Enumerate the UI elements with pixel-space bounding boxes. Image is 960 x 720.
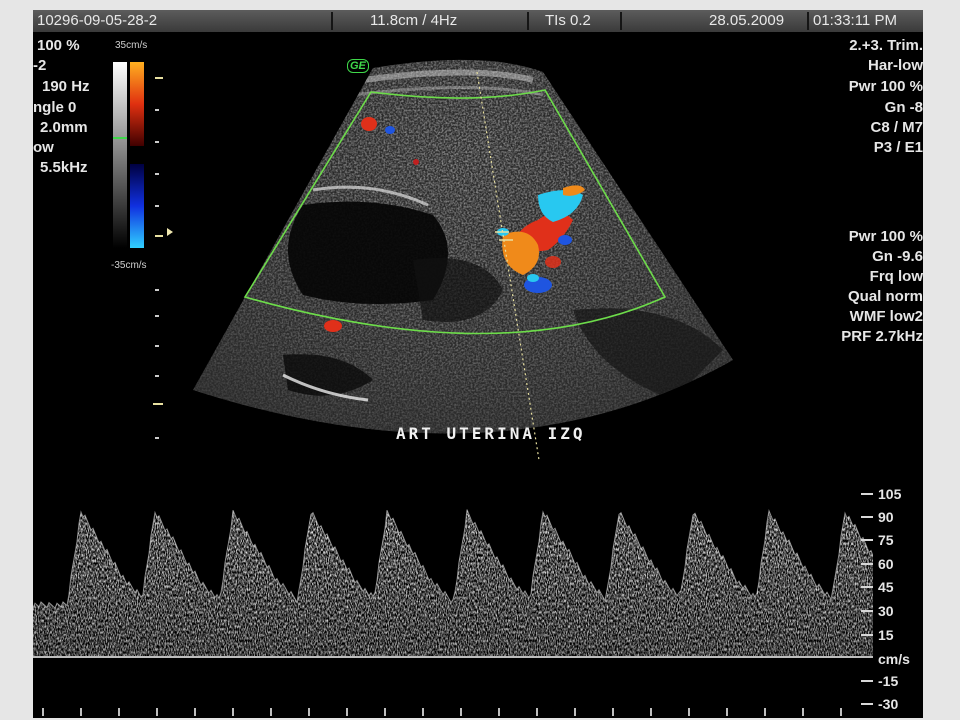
right-param-bottom-6: PRF 2.7kHz <box>841 328 923 345</box>
bmode-sector-image <box>193 59 733 461</box>
right-param-top-5: C8 / M7 <box>870 119 923 136</box>
right-param-bottom-4: Qual norm <box>847 288 923 305</box>
right-param-bottom-1: Pwr 100 % <box>848 228 923 245</box>
annotation-label: ART UTERINA IZQ <box>396 424 586 443</box>
velocity-tick-label: 15 <box>878 627 894 643</box>
ge-logo: GE <box>347 59 369 73</box>
right-param-top-6: P3 / E1 <box>873 139 923 156</box>
right-param-top-2: Har-low <box>867 57 923 74</box>
velocity-tick-label: -15 <box>878 673 899 689</box>
velocity-tick-label: 45 <box>878 579 894 595</box>
right-param-bottom-3: Frq low <box>869 268 923 285</box>
right-param-top-3: Pwr 100 % <box>848 78 923 95</box>
velocity-tick-label: 60 <box>878 556 894 572</box>
right-param-bottom-5: WMF low2 <box>849 308 923 325</box>
right-param-bottom-2: Gn -9.6 <box>872 248 923 265</box>
right-param-top-1: 2.+3. Trim. <box>849 37 923 54</box>
velocity-tick-label: 105 <box>878 486 902 502</box>
velocity-tick-label: 90 <box>878 509 894 525</box>
velocity-unit-label: cm/s <box>878 651 910 667</box>
velocity-axis <box>861 493 873 705</box>
velocity-tick-label: 75 <box>878 532 894 548</box>
spectral-doppler-trace <box>33 509 873 716</box>
ultrasound-screen: 10296-09-05-28-2 11.8cm / 4Hz TIs 0.2 28… <box>33 10 923 718</box>
velocity-tick-label: 30 <box>878 603 894 619</box>
velocity-tick-label: -30 <box>878 696 899 712</box>
right-param-top-4: Gn -8 <box>884 99 923 116</box>
